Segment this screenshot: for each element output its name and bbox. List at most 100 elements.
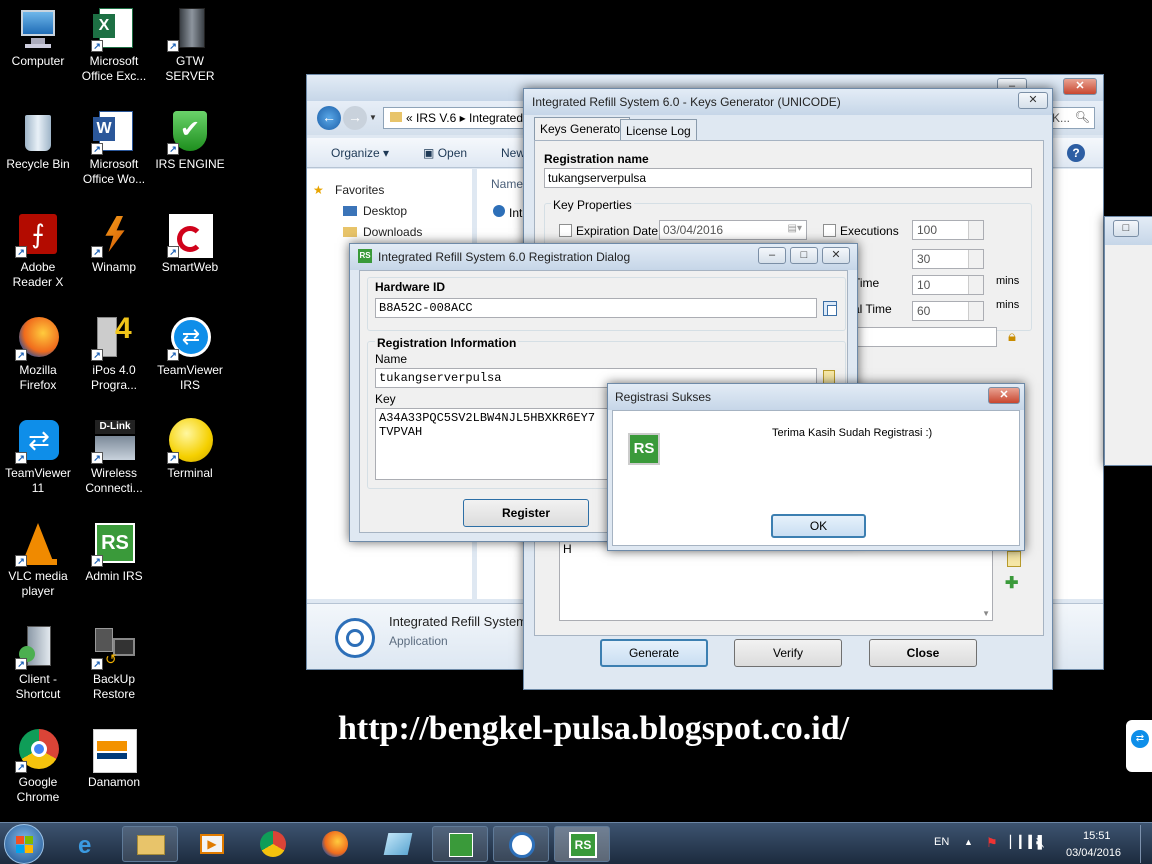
desktop-icon-smartweb[interactable]: ↗ SmartWeb — [152, 206, 228, 275]
nav-desktop[interactable]: Desktop — [343, 204, 407, 218]
ipos-icon — [449, 833, 473, 857]
days-spinner[interactable]: 30 — [912, 249, 984, 269]
desktop-icon-danamon[interactable]: Danamon — [76, 721, 152, 790]
breadcrumb-irs[interactable]: IRS V.6 — [416, 111, 456, 125]
time-spinner-1[interactable]: 10 — [912, 275, 984, 295]
verify-button[interactable]: Verify — [734, 639, 842, 667]
desktop-icon-wireless[interactable]: D-Link ↗ Wireless Connecti... — [76, 412, 152, 496]
desktop-icon-firefox[interactable]: ↗ Mozilla Firefox — [0, 309, 76, 393]
ok-button[interactable]: OK — [771, 514, 866, 538]
desktop-icon-gtw-server[interactable]: ↗ GTW SERVER — [152, 0, 228, 84]
address-bar[interactable]: « IRS V.6 ▸ Integrated — [383, 107, 525, 129]
taskbar: e ▶ RS EN ▲ ⚑ ▏▎▍▌ 🔇︎ 15:51 03/04/2016 — [0, 822, 1152, 864]
desktop-icon-excel[interactable]: X ↗ Microsoft Office Exc... — [76, 0, 152, 84]
keygen-close-button[interactable]: ✕ — [1018, 92, 1048, 109]
time-label-2: al Time — [853, 302, 892, 316]
hardware-id-field[interactable]: B8A52C-008ACC — [375, 298, 817, 318]
desktop-icon-winamp[interactable]: ↗ Winamp — [76, 206, 152, 275]
calendar-dropdown-icon[interactable]: ▤▾ — [788, 223, 802, 234]
taskbar-irs-app[interactable] — [493, 826, 549, 862]
message-titlebar[interactable]: Registrasi Sukses ✕ — [608, 384, 1024, 410]
action-center-flag-icon[interactable]: ⚑ — [986, 835, 998, 851]
desktop-icon-vlc[interactable]: ↗ VLC media player — [0, 515, 76, 599]
tab-license-log[interactable]: License Log — [620, 119, 697, 141]
time-spinner-2[interactable]: 60 — [912, 301, 984, 321]
desktop-icon-admin-irs[interactable]: RS ↗ Admin IRS — [76, 515, 152, 584]
desktop-icon-client-shortcut[interactable]: ↗ Client - Shortcut — [0, 618, 76, 702]
teamviewer-icon: ⇄ ↗ — [167, 315, 213, 361]
new-button[interactable]: New — [501, 146, 525, 160]
desktop-icon-chrome[interactable]: ↗ Google Chrome — [0, 721, 76, 805]
paste-icon[interactable] — [1007, 551, 1021, 567]
taskbar-chrome[interactable] — [246, 826, 302, 862]
register-button[interactable]: Register — [463, 499, 589, 527]
keygen-close-action-button[interactable]: Close — [869, 639, 977, 667]
message-close-button[interactable]: ✕ — [988, 387, 1020, 404]
desktop-icon-ipos[interactable]: 4 ↗ iPos 4.0 Progra... — [76, 309, 152, 393]
maximize-button[interactable]: □ — [1113, 220, 1139, 237]
organize-button[interactable]: Organize ▾ — [331, 146, 389, 160]
expiration-checkbox[interactable] — [559, 224, 572, 237]
computer-icon — [15, 6, 61, 52]
show-desktop-button[interactable] — [1140, 825, 1152, 863]
start-button[interactable] — [4, 824, 44, 864]
server-icon: ↗ — [167, 6, 213, 52]
taskbar-media-player[interactable]: ▶ — [184, 826, 240, 862]
taskbar-internet-explorer[interactable]: e — [62, 826, 118, 862]
irs-app-icon — [335, 618, 375, 658]
chevron-down-icon[interactable]: ▼ — [369, 113, 377, 122]
keygen-titlebar[interactable]: Integrated Refill System 6.0 - Keys Gene… — [524, 89, 1052, 115]
breadcrumb-overflow[interactable]: « — [406, 111, 413, 125]
column-header-name[interactable]: Name — [491, 177, 523, 191]
desktop-icon-irs-engine[interactable]: ✔ ↗ IRS ENGINE — [152, 103, 228, 172]
taskbar-irs-keygen[interactable]: RS — [554, 826, 610, 862]
scroll-down-icon[interactable]: ▼ — [982, 609, 990, 618]
search-input[interactable]: K... 🔍︎ — [1047, 107, 1095, 129]
desktop-icon-computer[interactable]: Computer — [0, 0, 76, 69]
desktop-icon-teamviewer-irs[interactable]: ⇄ ↗ TeamViewer IRS — [152, 309, 228, 393]
message-box[interactable]: Registrasi Sukses ✕ RS Terima Kasih Suda… — [607, 383, 1025, 551]
taskbar-notepad[interactable] — [370, 826, 426, 862]
desktop-icon-adobe-reader[interactable]: ⨍ ↗ Adobe Reader X — [0, 206, 76, 290]
help-icon[interactable]: ? — [1067, 144, 1085, 162]
nav-downloads[interactable]: Downloads — [343, 225, 422, 239]
clock-time[interactable]: 15:51 — [1083, 830, 1111, 842]
executions-spinner[interactable]: 100 — [912, 220, 984, 240]
icon-label: Terminal — [167, 466, 213, 480]
show-hidden-icons[interactable]: ▲ — [964, 837, 973, 847]
taskbar-explorer[interactable] — [122, 826, 178, 862]
minimize-button[interactable]: – — [758, 247, 786, 264]
close-button[interactable]: ✕ — [1063, 78, 1097, 95]
file-row[interactable]: Int — [493, 205, 522, 220]
close-button[interactable]: ✕ — [822, 247, 850, 264]
open-button[interactable]: ▣ Open — [423, 146, 467, 160]
desktop-icon-recycle-bin[interactable]: Recycle Bin — [0, 103, 76, 172]
add-icon[interactable]: ✚ — [1005, 573, 1018, 593]
background-window-partial[interactable]: □ — [1104, 216, 1152, 466]
teamviewer-side-widget[interactable]: ⇄ — [1126, 720, 1152, 772]
generate-button[interactable]: Generate — [600, 639, 708, 667]
desktop-icon-teamviewer-11[interactable]: ⇄ ↗ TeamViewer 11 — [0, 412, 76, 496]
speaker-muted-icon[interactable]: 🔇︎ — [1036, 834, 1045, 851]
clock-date[interactable]: 03/04/2016 — [1066, 847, 1121, 859]
breadcrumb-integrated[interactable]: Integrated — [469, 111, 523, 125]
tab-keys-generator[interactable]: Keys Generator — [534, 117, 631, 141]
nav-favorites[interactable]: ★ Favorites — [313, 183, 384, 197]
expiration-date-picker[interactable]: 03/04/2016 ▤▾ — [659, 220, 807, 240]
icon-label: Google Chrome — [16, 775, 60, 804]
lock-icon[interactable]: 🔒︎ — [1008, 328, 1016, 345]
registration-name-input[interactable]: tukangserverpulsa — [544, 168, 1032, 188]
taskbar-firefox[interactable] — [308, 826, 364, 862]
language-indicator[interactable]: EN — [934, 836, 949, 848]
desktop-icon-word[interactable]: W ↗ Microsoft Office Wo... — [76, 103, 152, 187]
executions-checkbox[interactable] — [823, 224, 836, 237]
maximize-button[interactable]: □ — [790, 247, 818, 264]
desktop-icon-backup-restore[interactable]: ↺ ↗ BackUp Restore — [76, 618, 152, 702]
extra-field[interactable] — [855, 327, 997, 347]
copy-icon[interactable] — [823, 301, 837, 316]
desktop-icon-terminal[interactable]: ↗ Terminal — [152, 412, 228, 481]
back-arrow-icon[interactable]: ← — [317, 106, 341, 130]
taskbar-ipos[interactable] — [432, 826, 488, 862]
registration-titlebar[interactable]: RS Integrated Refill System 6.0 Registra… — [350, 244, 857, 270]
forward-arrow-icon[interactable]: → — [343, 106, 367, 130]
